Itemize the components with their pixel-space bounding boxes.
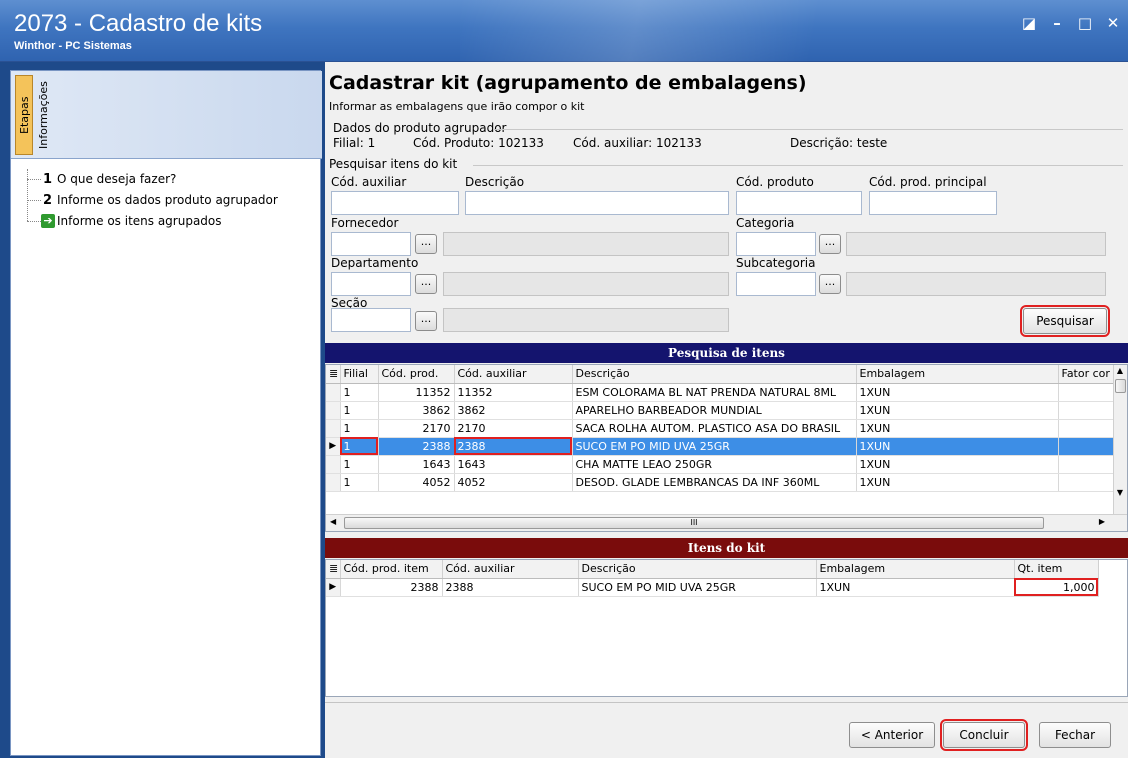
qt-item-cell[interactable]: 1,000	[1014, 578, 1099, 597]
left-panel-content: Etapas Informações 1 O que deseja fazer?…	[10, 70, 322, 756]
page-subtitle: Informar as embalagens que irão compor o…	[329, 100, 585, 113]
table-row[interactable]: 1 4052 4052 DESOD. GLADE LEMBRANCAS DA I…	[326, 473, 1114, 492]
secao-code-input[interactable]	[331, 308, 411, 332]
table-row[interactable]: 1 2170 2170 SACA ROLHA AUTOM. PLASTICO A…	[326, 419, 1114, 438]
col-qt-item[interactable]: Qt. item	[1014, 560, 1099, 579]
col-cod-prod[interactable]: Cód. prod.	[378, 365, 455, 384]
secao-lookup-button[interactable]: ...	[415, 311, 437, 331]
col-descricao[interactable]: Descrição	[572, 365, 857, 384]
agrupador-descricao: Descrição: teste	[790, 136, 888, 150]
vertical-tab-strip: Etapas Informações	[11, 71, 322, 159]
fornecedor-code-input[interactable]	[331, 232, 411, 256]
label-descricao: Descrição	[465, 175, 525, 189]
table-row[interactable]: 1 1643 1643 CHA MATTE LEAO 250GR 1XUN	[326, 455, 1114, 474]
scroll-right-icon[interactable]: ▶	[1099, 517, 1105, 526]
label-fornecedor: Fornecedor	[331, 216, 399, 230]
step-1[interactable]: 1 O que deseja fazer?	[27, 169, 278, 190]
categoria-name-field	[846, 232, 1106, 256]
col-fator-conversao[interactable]: Fator cor	[1058, 365, 1114, 384]
window-controls: ◪ – □ ✕	[1020, 14, 1122, 32]
horizontal-scroll-thumb[interactable]: III	[344, 517, 1044, 529]
kit-grid-header: Itens do kit	[325, 538, 1128, 558]
main-panel: Cadastrar kit (agrupamento de embalagens…	[325, 62, 1128, 758]
anterior-button[interactable]: < Anterior	[849, 722, 935, 748]
green-arrow-icon: ➔	[41, 214, 55, 228]
categoria-code-input[interactable]	[736, 232, 816, 256]
fornecedor-name-field	[443, 232, 729, 256]
row-pointer-icon: ▶	[326, 437, 341, 456]
step-number: 2	[43, 193, 53, 208]
title-bar: 2073 - Cadastro de kits Winthor - PC Sis…	[0, 0, 1128, 62]
step-number: 1	[43, 172, 53, 187]
page-title: Cadastrar kit (agrupamento de embalagens…	[329, 72, 807, 94]
horizontal-scrollbar[interactable]: ◀ III ▶	[326, 514, 1127, 531]
col-embalagem[interactable]: Embalagem	[856, 365, 1059, 384]
categoria-lookup-button[interactable]: ...	[819, 234, 841, 254]
step-3[interactable]: ➔ Informe os itens agrupados	[27, 211, 278, 232]
minimize-icon[interactable]: –	[1048, 14, 1066, 32]
cod-produto-input[interactable]	[736, 191, 862, 215]
kit-items-grid: ≣ Cód. prod. item Cód. auxiliar Descriçã…	[325, 559, 1128, 697]
cod-prod-principal-input[interactable]	[869, 191, 997, 215]
search-group-title: Pesquisar itens do kit	[329, 157, 458, 171]
step-label: Informe os dados produto agrupador	[57, 193, 278, 207]
departamento-code-input[interactable]	[331, 272, 411, 296]
column-chooser-icon[interactable]: ≣	[326, 560, 341, 579]
tab-etapas[interactable]: Etapas	[15, 75, 33, 155]
search-grid-header: Pesquisa de itens	[325, 343, 1128, 363]
restore-icon[interactable]: ◪	[1020, 14, 1038, 32]
maximize-icon[interactable]: □	[1076, 14, 1094, 32]
steps-tree: 1 O que deseja fazer? 2 Informe os dados…	[27, 169, 278, 232]
table-row[interactable]: 1 3862 3862 APARELHO BARBEADOR MUNDIAL 1…	[326, 401, 1114, 420]
secao-name-field	[443, 308, 729, 332]
label-cod-produto: Cód. produto	[736, 175, 814, 189]
table-row[interactable]: 1 11352 11352 ESM COLORAMA BL NAT PRENDA…	[326, 383, 1114, 402]
departamento-lookup-button[interactable]: ...	[415, 274, 437, 294]
col-descricao[interactable]: Descrição	[578, 560, 817, 579]
col-filial[interactable]: Filial	[340, 365, 379, 384]
pesquisar-button[interactable]: Pesquisar	[1020, 305, 1110, 337]
subcategoria-name-field	[846, 272, 1106, 296]
table-row-selected[interactable]: ▶ 1 2388 2388 SUCO EM PO MID UVA 25GR 1X…	[326, 437, 1114, 456]
window-title: 2073 - Cadastro de kits	[14, 10, 263, 37]
subcategoria-code-input[interactable]	[736, 272, 816, 296]
fechar-button[interactable]: Fechar	[1039, 722, 1111, 748]
col-cod-prod-item[interactable]: Cód. prod. item	[340, 560, 443, 579]
label-cod-prod-principal: Cód. prod. principal	[869, 175, 987, 189]
scroll-left-icon[interactable]: ◀	[330, 517, 336, 526]
left-panel: Etapas Informações 1 O que deseja fazer?…	[0, 62, 325, 758]
vertical-scrollbar[interactable]: ▲ ▼	[1113, 365, 1127, 515]
vertical-scroll-thumb[interactable]	[1115, 379, 1126, 393]
scroll-down-icon[interactable]: ▼	[1114, 488, 1126, 497]
tab-informacoes[interactable]: Informações	[35, 75, 53, 155]
step-label: O que deseja fazer?	[57, 172, 177, 186]
title-bar-gloss	[460, 0, 900, 62]
label-subcategoria: Subcategoria	[736, 256, 816, 270]
col-cod-auxiliar[interactable]: Cód. auxiliar	[454, 365, 573, 384]
close-icon[interactable]: ✕	[1104, 14, 1122, 32]
agrupador-filial: Filial: 1	[333, 136, 376, 150]
table-row[interactable]: ▶ 2388 2388 SUCO EM PO MID UVA 25GR 1XUN…	[326, 578, 1099, 597]
fornecedor-lookup-button[interactable]: ...	[415, 234, 437, 254]
window-subtitle: Winthor - PC Sistemas	[14, 40, 132, 52]
departamento-name-field	[443, 272, 729, 296]
agrupador-cod-auxiliar: Cód. auxiliar: 102133	[573, 136, 702, 150]
step-2[interactable]: 2 Informe os dados produto agrupador	[27, 190, 278, 211]
descricao-input[interactable]	[465, 191, 729, 215]
col-embalagem[interactable]: Embalagem	[816, 560, 1015, 579]
row-pointer-icon: ▶	[326, 578, 341, 597]
concluir-button[interactable]: Concluir	[940, 719, 1028, 751]
scroll-up-icon[interactable]: ▲	[1114, 366, 1126, 375]
cod-auxiliar-input[interactable]	[331, 191, 459, 215]
col-cod-auxiliar[interactable]: Cód. auxiliar	[442, 560, 579, 579]
agrupador-cod-produto: Cód. Produto: 102133	[413, 136, 544, 150]
subcategoria-lookup-button[interactable]: ...	[819, 274, 841, 294]
search-results-grid: ≣ Filial Cód. prod. Cód. auxiliar Descri…	[325, 364, 1128, 532]
agrupador-group-title: Dados do produto agrupador	[333, 121, 507, 135]
column-chooser-icon[interactable]: ≣	[326, 365, 341, 384]
label-categoria: Categoria	[736, 216, 795, 230]
step-label: Informe os itens agrupados	[57, 214, 222, 228]
label-departamento: Departamento	[331, 256, 419, 270]
label-cod-auxiliar: Cód. auxiliar	[331, 175, 407, 189]
